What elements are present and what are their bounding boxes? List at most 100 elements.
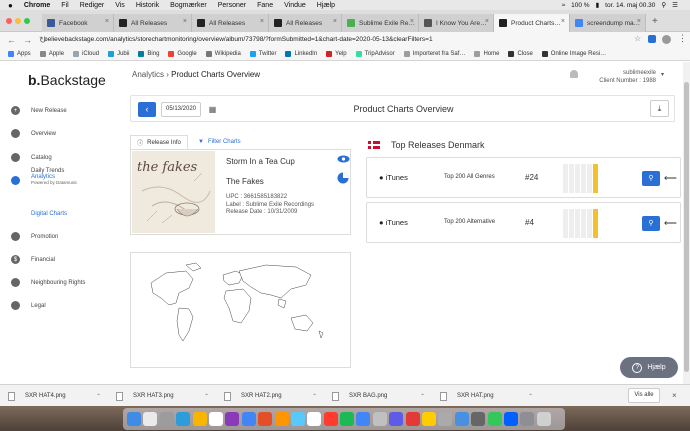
dock-app-icon[interactable] bbox=[503, 412, 518, 426]
menu-list-icon[interactable]: ☰ bbox=[672, 1, 678, 9]
close-window-button[interactable] bbox=[6, 18, 12, 24]
battery-icon[interactable]: ▮ bbox=[596, 1, 600, 9]
sidebar-subitem-daily-trends[interactable]: Daily Trends bbox=[31, 168, 64, 174]
chevron-up-icon[interactable]: ⌃ bbox=[204, 393, 209, 400]
star-icon[interactable]: ☆ bbox=[634, 34, 641, 43]
bookmark-apple[interactable]: Apple bbox=[39, 51, 64, 57]
sidebar-subitem-digital-charts[interactable]: Digital Charts bbox=[31, 211, 67, 217]
dock-app-icon[interactable] bbox=[307, 412, 322, 426]
dock-app-icon[interactable] bbox=[225, 412, 240, 426]
apple-icon[interactable]: ● bbox=[8, 1, 13, 10]
browser-tab-all-releases[interactable]: All Releases × bbox=[269, 14, 342, 32]
bookmark-yelp[interactable]: Yelp bbox=[326, 51, 347, 57]
search-button[interactable]: ⚲ bbox=[642, 216, 660, 231]
bookmark-tripadvisor[interactable]: TripAdvisor bbox=[355, 51, 395, 57]
download-item[interactable]: SXR HAT4.png ⌃ bbox=[8, 390, 108, 402]
browser-tab-i-know-you-are[interactable]: I Know You Are… × bbox=[419, 14, 494, 32]
dock-app-icon[interactable] bbox=[241, 412, 256, 426]
breadcrumb-analytics[interactable]: Analytics bbox=[132, 70, 164, 79]
notification-bell-icon[interactable] bbox=[570, 70, 578, 78]
menu-history[interactable]: Historik bbox=[136, 2, 159, 9]
browser-tab-screendump[interactable]: screendump ma… × bbox=[570, 14, 646, 32]
sidebar-item-neighbouring-rights[interactable]: Neighbouring Rights bbox=[11, 278, 85, 287]
pie-chart-icon[interactable] bbox=[337, 171, 350, 184]
dock-app-icon[interactable] bbox=[438, 412, 453, 426]
world-map[interactable] bbox=[131, 253, 350, 367]
tab-release-info[interactable]: ⓘ Release Info bbox=[130, 135, 188, 149]
close-tab-icon[interactable]: × bbox=[561, 18, 565, 25]
date-input[interactable]: 05/13/2020 bbox=[161, 102, 201, 117]
show-all-downloads-button[interactable]: Vis alle bbox=[628, 388, 660, 403]
bookmark-jubii[interactable]: Jubii bbox=[108, 51, 129, 57]
share-icon[interactable]: ⟵ bbox=[664, 216, 677, 231]
close-tab-icon[interactable]: × bbox=[485, 18, 489, 25]
dock-app-icon[interactable] bbox=[258, 412, 273, 426]
close-tab-icon[interactable]: × bbox=[105, 18, 109, 25]
dock-app-icon[interactable] bbox=[340, 412, 355, 426]
back-arrow-icon[interactable]: ← bbox=[7, 35, 16, 45]
dock-app-icon[interactable] bbox=[274, 412, 289, 426]
dock-app-icon[interactable] bbox=[356, 412, 371, 426]
bookmark-linkedin[interactable]: LinkedIn bbox=[285, 51, 317, 57]
bookmark-google[interactable]: Google bbox=[168, 51, 197, 57]
dock-app-icon[interactable] bbox=[487, 412, 502, 426]
dock-app-icon[interactable] bbox=[208, 412, 223, 426]
download-item[interactable]: SXR HAT.png ⌃ bbox=[440, 390, 540, 402]
sidebar-item-analytics[interactable]: Analytics Powered by Datamusic bbox=[11, 174, 77, 186]
share-icon[interactable]: ⟵ bbox=[664, 171, 677, 186]
zoom-window-button[interactable] bbox=[24, 18, 30, 24]
bookmark-home[interactable]: Home bbox=[474, 51, 499, 57]
wifi-icon[interactable]: ≈ bbox=[562, 2, 566, 9]
menu-bookmarks[interactable]: Bogmærker bbox=[170, 2, 207, 9]
calendar-icon[interactable]: ▦ bbox=[205, 102, 220, 117]
close-tab-icon[interactable]: × bbox=[183, 18, 187, 25]
dock-app-icon[interactable] bbox=[176, 412, 191, 426]
dock-app-icon[interactable] bbox=[192, 412, 207, 426]
bookmark-online-image-resizer[interactable]: Online Image Resi… bbox=[541, 51, 606, 57]
menu-help[interactable]: Hjælp bbox=[317, 2, 335, 9]
sidebar-item-legal[interactable]: Legal bbox=[11, 301, 46, 310]
browser-tab-sublime-exile[interactable]: Sublime Exile Re… × bbox=[342, 14, 419, 32]
dock-app-icon[interactable] bbox=[372, 412, 387, 426]
forward-arrow-icon[interactable]: → bbox=[23, 35, 32, 45]
menu-window[interactable]: Vindue bbox=[284, 2, 306, 9]
chrome-menu-icon[interactable]: ⋮ bbox=[678, 33, 687, 44]
dock-app-icon[interactable] bbox=[290, 412, 305, 426]
menu-chrome[interactable]: Chrome bbox=[24, 2, 50, 9]
download-item[interactable]: SXR HAT2.png ⌃ bbox=[224, 390, 324, 402]
search-icon[interactable]: ⚲ bbox=[661, 1, 666, 9]
sidebar-item-financial[interactable]: $ Financial bbox=[11, 255, 55, 264]
dock-app-icon[interactable] bbox=[405, 412, 420, 426]
profile-avatar[interactable] bbox=[662, 35, 671, 44]
close-downloads-icon[interactable]: × bbox=[672, 391, 677, 400]
browser-tab-facebook[interactable]: Facebook × bbox=[42, 14, 114, 32]
dock-app-icon[interactable] bbox=[471, 412, 486, 426]
minimize-window-button[interactable] bbox=[15, 18, 21, 24]
scrollbar-thumb[interactable] bbox=[684, 82, 689, 372]
dock-app-icon[interactable] bbox=[536, 412, 551, 426]
menu-view[interactable]: Vis bbox=[115, 2, 125, 9]
eye-icon[interactable] bbox=[337, 154, 350, 164]
menu-people[interactable]: Personer bbox=[218, 2, 246, 9]
dock-app-icon[interactable] bbox=[389, 412, 404, 426]
dock-app-icon[interactable] bbox=[159, 412, 174, 426]
search-button[interactable]: ⚲ bbox=[642, 171, 660, 186]
extension-icon[interactable] bbox=[648, 35, 656, 43]
chevron-down-icon[interactable]: ▾ bbox=[661, 71, 664, 78]
user-info[interactable]: sublimeexile Client Number : 1988 bbox=[588, 69, 656, 85]
bookmark-icloud[interactable]: iCloud bbox=[73, 51, 99, 57]
album-cover[interactable]: the fakes bbox=[132, 151, 215, 233]
dock-app-icon[interactable] bbox=[323, 412, 338, 426]
browser-tab-all-releases[interactable]: All Releases × bbox=[114, 14, 192, 32]
chevron-up-icon[interactable]: ⌃ bbox=[420, 393, 425, 400]
page-scrollbar[interactable] bbox=[683, 62, 690, 384]
close-tab-icon[interactable]: × bbox=[637, 18, 641, 25]
dock-app-icon[interactable] bbox=[422, 412, 437, 426]
chevron-up-icon[interactable]: ⌃ bbox=[96, 393, 101, 400]
back-button[interactable]: ‹ bbox=[138, 102, 156, 117]
bookmark-wikipedia[interactable]: Wikipedia bbox=[205, 51, 241, 57]
download-item[interactable]: SXR BAG.png ⌃ bbox=[332, 390, 432, 402]
new-tab-button[interactable]: + bbox=[652, 16, 658, 27]
dock-app-icon[interactable] bbox=[520, 412, 535, 426]
sidebar-item-overview[interactable]: Overview bbox=[11, 129, 56, 138]
